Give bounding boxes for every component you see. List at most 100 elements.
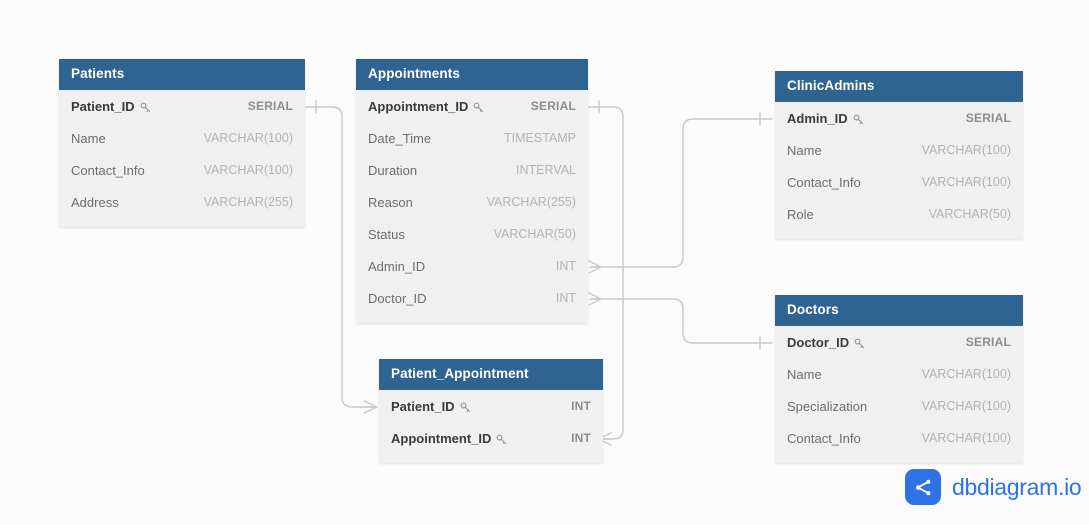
diagram-canvas[interactable]: Patients Patient_ID SERIAL Name VARCHAR(100)…: [0, 0, 1089, 525]
field-type: VARCHAR(50): [493, 227, 576, 241]
field-type: VARCHAR(100): [921, 175, 1011, 189]
table-header[interactable]: Patient_Appointment: [379, 359, 603, 390]
field-row[interactable]: Name VARCHAR(100): [59, 122, 305, 154]
field-name: Address: [71, 194, 119, 210]
field-row[interactable]: Reason VARCHAR(255): [356, 186, 588, 218]
dbdiagram-wordmark: dbdiagram.io: [952, 473, 1082, 500]
field-type: INT: [571, 399, 591, 413]
field-name-wrap: Appointment_ID: [368, 99, 485, 114]
field-row[interactable]: Contact_Info VARCHAR(100): [775, 422, 1023, 454]
field-name: Contact_Info: [71, 162, 145, 178]
field-type: INT: [555, 259, 576, 273]
field-name-wrap: Admin_ID: [787, 111, 865, 126]
key-icon: [459, 401, 472, 414]
field-name-wrap: Appointment_ID: [391, 431, 508, 446]
field-row[interactable]: Appointment_ID INT: [379, 422, 603, 454]
table-fields: Doctor_ID SERIAL Name VARCHAR(100) Specializ…: [775, 326, 1023, 463]
field-row[interactable]: Status VARCHAR(50): [356, 218, 588, 250]
field-name-wrap: Admin_ID: [368, 259, 425, 274]
field-row[interactable]: Admin_ID SERIAL: [775, 102, 1023, 134]
field-name-wrap: Duration: [368, 163, 417, 178]
field-name-wrap: Name: [787, 143, 822, 158]
key-icon: [472, 101, 485, 114]
field-name: Patient_ID: [71, 98, 135, 114]
field-name-wrap: Doctor_ID: [787, 335, 866, 350]
crowfoot-patient-appointment-patient-id: [363, 400, 378, 414]
field-name-wrap: Contact_Info: [787, 175, 861, 190]
field-type: VARCHAR(255): [203, 195, 293, 209]
field-name: Name: [787, 366, 822, 382]
table-card[interactable]: Patient_Appointment Patient_ID INT Appointm…: [379, 359, 603, 463]
field-name: Date_Time: [368, 130, 432, 146]
field-type: VARCHAR(100): [921, 367, 1011, 381]
key-icon: [852, 113, 865, 126]
table-header[interactable]: Appointments: [356, 59, 588, 90]
field-name: Patient_ID: [391, 398, 455, 414]
field-name: Contact_Info: [787, 430, 861, 446]
field-type: TIMESTAMP: [504, 131, 576, 145]
field-name: Name: [787, 142, 822, 158]
field-name-wrap: Specialization: [787, 399, 867, 414]
key-icon: [139, 101, 152, 114]
key-icon: [853, 337, 866, 350]
field-name: Role: [787, 206, 814, 222]
table-fields: Appointment_ID SERIAL Date_Time TIMESTAMP Du…: [356, 90, 588, 323]
field-type: SERIAL: [965, 111, 1011, 125]
field-name-wrap: Status: [368, 227, 405, 242]
field-name: Admin_ID: [787, 110, 848, 126]
field-name-wrap: Patient_ID: [391, 399, 472, 414]
table-card[interactable]: ClinicAdmins Admin_ID SERIAL Name VARCHAR(10…: [775, 71, 1023, 239]
field-type: VARCHAR(50): [928, 207, 1011, 221]
field-name-wrap: Date_Time: [368, 131, 431, 146]
field-row[interactable]: Contact_Info VARCHAR(100): [59, 154, 305, 186]
field-name-wrap: Role: [787, 207, 814, 222]
field-type: VARCHAR(100): [921, 431, 1011, 445]
table-header[interactable]: ClinicAdmins: [775, 71, 1023, 102]
dbdiagram-watermark[interactable]: dbdiagram.io: [905, 469, 1082, 505]
field-row[interactable]: Role VARCHAR(50): [775, 198, 1023, 230]
field-type: INT: [555, 291, 576, 305]
edge-appointments-to-clinicadmins: [589, 118, 773, 268]
table-header[interactable]: Doctors: [775, 295, 1023, 326]
field-name: Reason: [368, 194, 413, 210]
table-card[interactable]: Doctors Doctor_ID SERIAL Name VARCHAR(100) Sp…: [775, 295, 1023, 463]
field-type: SERIAL: [530, 99, 576, 113]
field-name: Name: [71, 130, 106, 146]
field-row[interactable]: Name VARCHAR(100): [775, 358, 1023, 390]
table-card[interactable]: Appointments Appointment_ID SERIAL Date_Tim…: [356, 59, 588, 323]
field-type: VARCHAR(100): [921, 143, 1011, 157]
field-type: SERIAL: [965, 335, 1011, 349]
field-type: VARCHAR(100): [203, 131, 293, 145]
field-type: SERIAL: [247, 99, 293, 113]
field-name-wrap: Name: [71, 131, 106, 146]
field-name-wrap: Address: [71, 195, 119, 210]
field-name: Specialization: [787, 398, 868, 414]
field-row[interactable]: Address VARCHAR(255): [59, 186, 305, 218]
field-row[interactable]: Date_Time TIMESTAMP: [356, 122, 588, 154]
table-header[interactable]: Patients: [59, 59, 305, 90]
field-row[interactable]: Admin_ID INT: [356, 250, 588, 282]
field-row[interactable]: Patient_ID SERIAL: [59, 90, 305, 122]
field-row[interactable]: Doctor_ID INT: [356, 282, 588, 314]
field-name: Status: [368, 226, 405, 242]
field-type: INTERVAL: [516, 163, 576, 177]
field-name-wrap: Patient_ID: [71, 99, 152, 114]
crowfoot-appointments-admin-id: [588, 260, 602, 274]
field-row[interactable]: Appointment_ID SERIAL: [356, 90, 588, 122]
field-type: VARCHAR(100): [921, 399, 1011, 413]
field-row[interactable]: Duration INTERVAL: [356, 154, 588, 186]
field-name: Contact_Info: [787, 174, 861, 190]
field-name-wrap: Reason: [368, 195, 413, 210]
field-name: Duration: [368, 162, 418, 178]
field-row[interactable]: Contact_Info VARCHAR(100): [775, 166, 1023, 198]
field-name: Admin_ID: [368, 258, 426, 274]
field-row[interactable]: Name VARCHAR(100): [775, 134, 1023, 166]
table-fields: Patient_ID INT Appointment_ID INT: [379, 390, 603, 463]
table-card[interactable]: Patients Patient_ID SERIAL Name VARCHAR(100)…: [59, 59, 305, 227]
field-type: VARCHAR(100): [203, 163, 293, 177]
field-row[interactable]: Patient_ID INT: [379, 390, 603, 422]
field-name: Doctor_ID: [368, 290, 427, 306]
field-row[interactable]: Specialization VARCHAR(100): [775, 390, 1023, 422]
field-row[interactable]: Doctor_ID SERIAL: [775, 326, 1023, 358]
field-name-wrap: Contact_Info: [787, 431, 861, 446]
